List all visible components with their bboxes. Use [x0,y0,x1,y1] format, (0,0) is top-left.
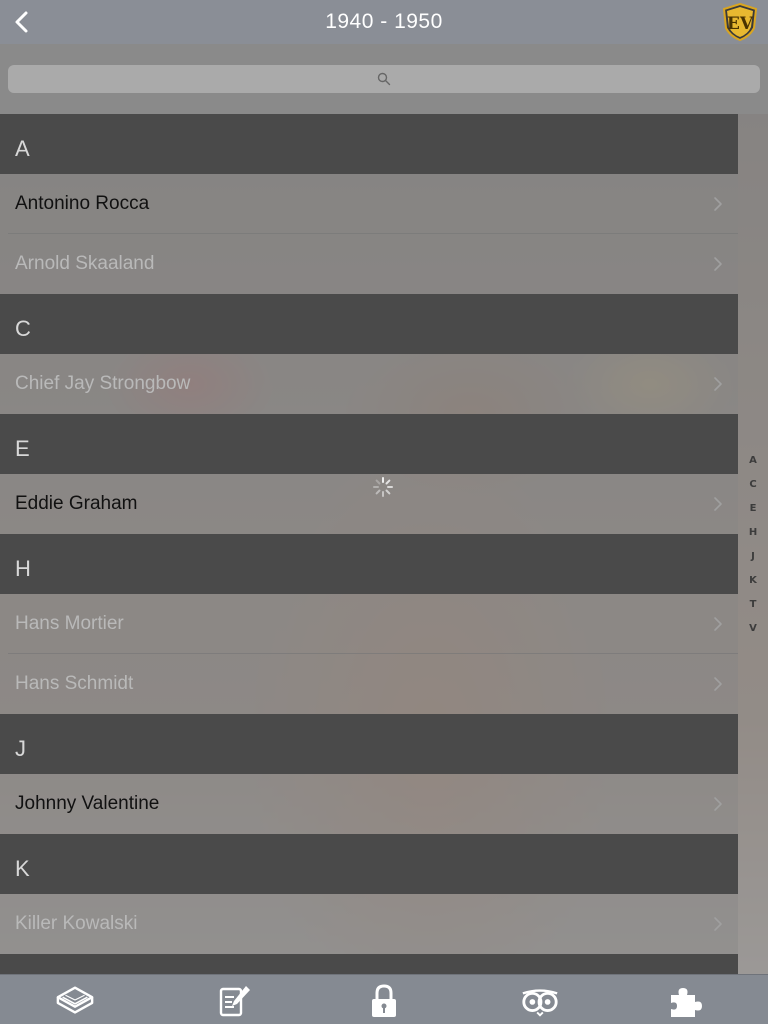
list-item-label: Hans Schmidt [15,673,134,694]
list-item[interactable]: Arnold Skaaland [0,234,738,294]
app-logo[interactable]: EV [720,2,760,42]
tab-notes[interactable] [214,983,254,1019]
tab-ring[interactable] [55,983,95,1019]
chevron-right-icon [714,677,722,691]
section-header-k: K [0,834,738,894]
list-item-label: Chief Jay Strongbow [15,373,191,394]
list-item[interactable]: Johnny Valentine [0,774,738,834]
back-button[interactable] [8,8,36,36]
tab-bar [0,974,768,1024]
chevron-right-icon [714,617,722,631]
list-item[interactable]: Chief Jay Strongbow [0,354,738,414]
list-item[interactable]: Antonino Rocca [0,174,738,234]
svg-text:EV: EV [727,14,754,34]
tab-owl[interactable] [520,983,560,1019]
index-letters: ACEHJKTV [738,449,768,641]
section-header-e: E [0,414,738,474]
section-header-j: J [0,714,738,774]
section-header-next [0,954,738,974]
tab-lock[interactable] [364,983,404,1019]
list-item[interactable]: Killer Kowalski [0,894,738,954]
list-item[interactable]: Hans Mortier [0,594,738,654]
index-letter-j[interactable]: J [751,545,755,569]
list-item-label: Eddie Graham [15,493,138,514]
index-letter-h[interactable]: H [749,521,757,545]
index-letter-e[interactable]: E [750,497,757,521]
chevron-right-icon [714,917,722,931]
page-title: 1940 - 1950 [325,10,443,33]
index-letter-t[interactable]: T [750,593,757,617]
list-item-label: Hans Mortier [15,613,124,634]
chevron-right-icon [714,377,722,391]
list-item-label: Johnny Valentine [15,793,160,814]
chevron-right-icon [714,797,722,811]
index-letter-c[interactable]: C [749,473,756,497]
navigation-bar: 1940 - 1950 EV [0,0,768,44]
section-header-h: H [0,534,738,594]
search-input[interactable] [8,65,760,93]
tab-puzzle[interactable] [666,983,706,1019]
list-item-label: Killer Kowalski [15,913,138,934]
chevron-right-icon [714,497,722,511]
index-letter-k[interactable]: K [749,569,757,593]
list-item[interactable]: Eddie Graham [0,474,738,534]
list-item-label: Antonino Rocca [15,193,150,214]
search-bar-area [0,44,768,114]
loading-spinner-icon [373,477,393,497]
chevron-left-icon [15,11,28,33]
puzzle-piece-icon [671,988,702,1017]
index-letter-v[interactable]: V [749,617,757,641]
index-letter-a[interactable]: A [749,449,757,473]
section-header-c: C [0,294,738,354]
section-index-bar[interactable]: ACEHJKTV [738,114,768,974]
chevron-right-icon [714,257,722,271]
section-header-a: A [0,114,738,174]
padlock-icon [372,984,396,1017]
list-item-label: Arnold Skaaland [15,253,155,274]
wrestling-ring-icon [56,986,94,1014]
search-icon [377,72,391,86]
wrestler-list: A Antonino Rocca Arnold Skaaland C Chief Jay… [0,114,738,974]
notepad-edit-icon [219,986,250,1017]
list-item[interactable]: Hans Schmidt [0,654,738,714]
chevron-right-icon [714,197,722,211]
ev-shield-logo-icon: EV [722,2,758,42]
owl-icon [522,989,558,1017]
